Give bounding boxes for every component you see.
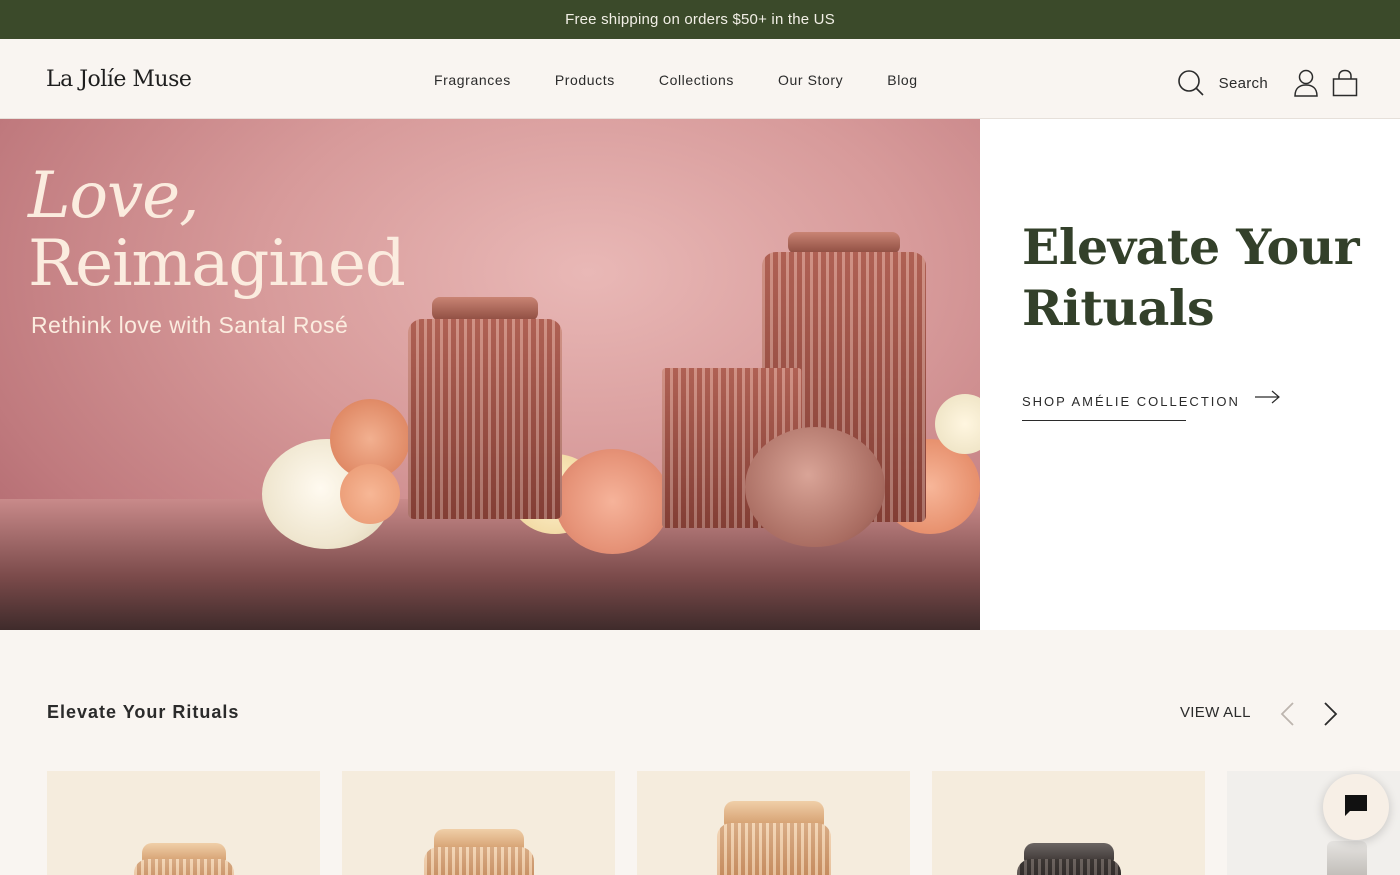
bag-icon[interactable]: [1332, 69, 1358, 97]
panel-title: Elevate Your Rituals: [1022, 218, 1360, 337]
hero-side-panel: Elevate Your Rituals SHOP AMÉLIE COLLECT…: [980, 119, 1400, 630]
chevron-left-icon[interactable]: [1278, 701, 1298, 732]
hero-title: Reimagined: [28, 227, 406, 301]
hero-flower: [340, 464, 400, 524]
chat-icon: [1343, 792, 1369, 823]
product-jar-lid: [1327, 841, 1367, 875]
section-title: Elevate Your Rituals: [47, 702, 240, 722]
cta-underline: [1022, 420, 1186, 421]
hero-script-line: Love,: [28, 159, 199, 233]
jar-lid: [432, 297, 538, 321]
product-card[interactable]: [47, 771, 320, 875]
nav-products[interactable]: Products: [555, 72, 615, 88]
nav-blog[interactable]: Blog: [887, 72, 917, 88]
candle-lid-round: [745, 427, 885, 547]
brand-logo[interactable]: La Jolíe Muse: [46, 67, 192, 92]
shop-amelie-collection-link[interactable]: SHOP AMÉLIE COLLECTION: [1022, 394, 1240, 409]
product-jar: [423, 847, 534, 875]
candle-jar: [408, 319, 562, 519]
nav-our-story[interactable]: Our Story: [778, 72, 843, 88]
header-actions: Search: [1177, 69, 1358, 97]
search-icon[interactable]: [1177, 69, 1205, 97]
announcement-text: Free shipping on orders $50+ in the US: [565, 11, 835, 28]
product-jar: [716, 823, 831, 875]
hero-subtitle: Rethink love with Santal Rosé: [31, 312, 349, 338]
hero-flower: [555, 449, 670, 554]
product-card[interactable]: [637, 771, 910, 875]
hero-banner[interactable]: Love, Reimagined Rethink love with Santa…: [0, 119, 980, 630]
nav-collections[interactable]: Collections: [659, 72, 734, 88]
product-jar: [1016, 859, 1121, 875]
product-card[interactable]: [932, 771, 1205, 875]
arrow-right-icon[interactable]: [1255, 390, 1281, 409]
announcement-bar: Free shipping on orders $50+ in the US: [0, 0, 1400, 39]
account-icon[interactable]: [1294, 69, 1318, 97]
search-button[interactable]: Search: [1219, 75, 1268, 92]
product-jar: [133, 859, 234, 875]
nav-fragrances[interactable]: Fragrances: [434, 72, 511, 88]
jar-lid: [788, 232, 900, 254]
chevron-right-icon[interactable]: [1320, 701, 1340, 732]
view-all-link[interactable]: VIEW ALL: [1180, 704, 1251, 721]
chat-button[interactable]: [1323, 774, 1389, 840]
site-header: La Jolíe Muse Fragrances Products Collec…: [0, 39, 1400, 119]
product-card[interactable]: [342, 771, 615, 875]
main-nav: Fragrances Products Collections Our Stor…: [434, 72, 918, 88]
